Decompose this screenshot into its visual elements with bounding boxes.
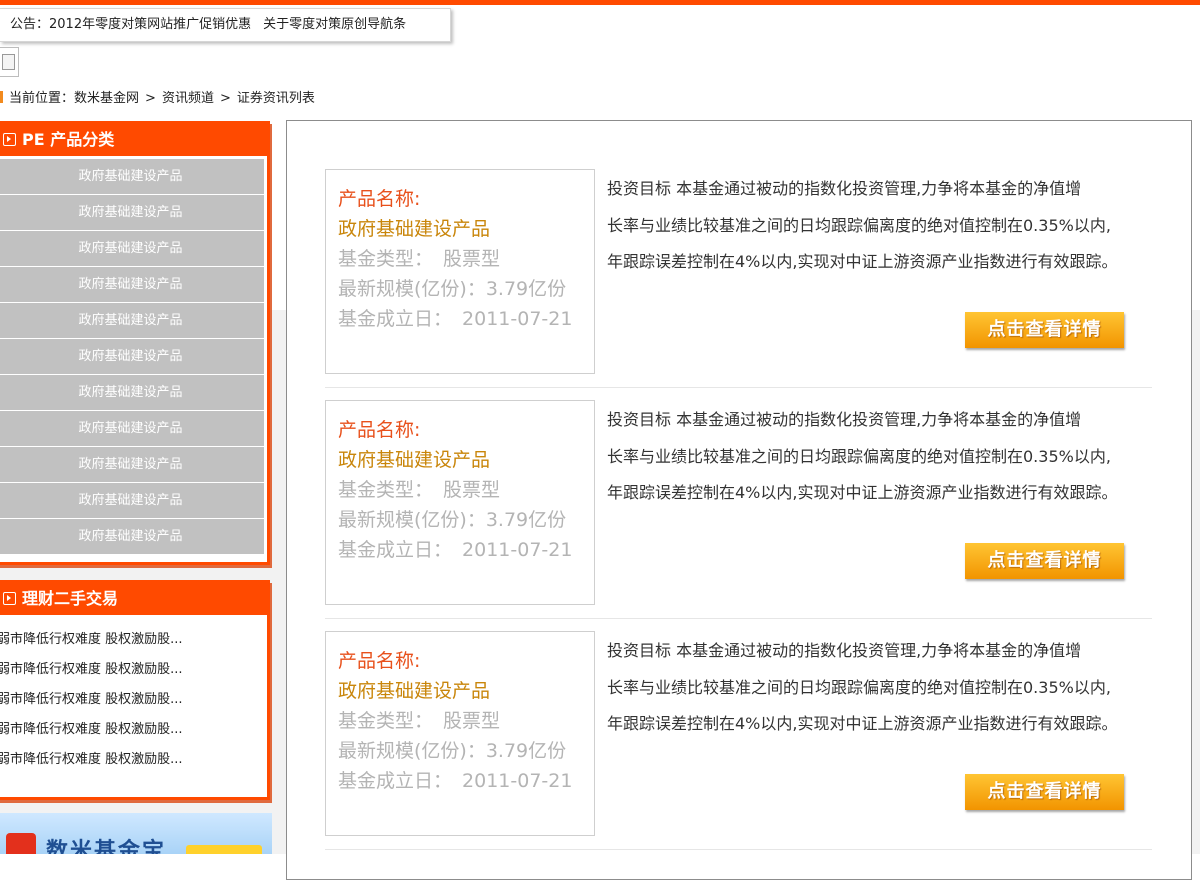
product-name[interactable]: 政府基础建设产品 xyxy=(338,676,594,706)
product-category-list: 政府基础建设产品 政府基础建设产品 政府基础建设产品 政府基础建设产品 政府基础建设产品… xyxy=(0,159,264,554)
trade-list-item[interactable]: 弱市降低行权难度 股权激励股... xyxy=(0,625,267,655)
fund-type-label: 基金类型： xyxy=(338,248,434,270)
fund-type-row: 基金类型： 股票型 xyxy=(338,475,594,505)
breadcrumb-separator: > xyxy=(219,91,231,106)
product-category-item[interactable]: 政府基础建设产品 xyxy=(0,267,264,302)
banner-text: 数米基金宝 xyxy=(46,839,167,854)
arrow-right-icon xyxy=(3,133,16,146)
product-category-item[interactable]: 政府基础建设产品 xyxy=(0,231,264,266)
product-category-panel: PE 产品分类 政府基础建设产品 政府基础建设产品 政府基础建设产品 政府基础建设产品… xyxy=(0,121,270,565)
fund-promo-banner[interactable]: 数米基金宝 xyxy=(0,813,272,854)
product-name-label: 产品名称: xyxy=(338,188,421,210)
product-description: 投资目标 本基金通过被动的指数化投资管理,力争将本基金的净值增长率与业绩比较基准… xyxy=(607,171,1147,281)
product-card: 产品名称: 政府基础建设产品 基金类型： 股票型 最新规模(亿份)：3.79亿份 基金成立… xyxy=(325,169,1152,388)
product-card: 产品名称: 政府基础建设产品 基金类型： 股票型 最新规模(亿份)：3.79亿份 基金成立… xyxy=(325,631,1152,850)
product-category-item[interactable]: 政府基础建设产品 xyxy=(0,339,264,374)
product-category-item[interactable]: 政府基础建设产品 xyxy=(0,375,264,410)
fund-type-label: 基金类型： xyxy=(338,710,434,732)
fund-date-label: 基金成立日： xyxy=(338,770,453,792)
fund-scale-row: 最新规模(亿份)：3.79亿份 xyxy=(338,274,594,304)
product-card: 产品名称: 政府基础建设产品 基金类型： 股票型 最新规模(亿份)：3.79亿份 基金成立… xyxy=(325,400,1152,619)
product-category-item[interactable]: 政府基础建设产品 xyxy=(0,159,264,194)
trade-panel-header: 理财二手交易 xyxy=(0,583,267,615)
fund-logo-icon xyxy=(6,833,36,854)
notice-bar: 公告：2012年零度对策网站推广促销优惠 关于零度对策原创导航条 xyxy=(0,8,451,42)
fund-type-value: 股票型 xyxy=(443,479,501,501)
trade-panel-title: 理财二手交易 xyxy=(22,589,119,608)
description-line: 年跟踪误差控制在4%以内,实现对中证上游资源产业指数进行有效跟踪。 xyxy=(607,714,1118,733)
view-details-button[interactable]: 点击查看详情 xyxy=(965,312,1124,348)
description-line: 投资目标 本基金通过被动的指数化投资管理,力争将本基金的净值增 xyxy=(607,179,1082,198)
notice-link-1[interactable]: 2012年零度对策网站推广促销优惠 xyxy=(49,9,251,41)
fund-scale-value: 3.79亿份 xyxy=(485,278,567,300)
fund-type-value: 股票型 xyxy=(443,710,501,732)
breadcrumb-separator: > xyxy=(145,91,156,106)
trade-list: 弱市降低行权难度 股权激励股... 弱市降低行权难度 股权激励股... 弱市降低行权… xyxy=(0,615,267,775)
product-category-title: PE 产品分类 xyxy=(22,130,115,149)
description-line: 长率与业绩比较基准之间的日均跟踪偏离度的绝对值控制在0.35%以内, xyxy=(607,677,1111,697)
product-category-item[interactable]: 政府基础建设产品 xyxy=(0,483,264,518)
fund-date-value: 2011-07-21 xyxy=(462,308,573,330)
product-info-box: 产品名称: 政府基础建设产品 基金类型： 股票型 最新规模(亿份)：3.79亿份 基金成立… xyxy=(325,631,595,836)
fund-type-label: 基金类型： xyxy=(338,479,434,501)
product-description: 投资目标 本基金通过被动的指数化投资管理,力争将本基金的净值增长率与业绩比较基准… xyxy=(607,402,1147,512)
product-category-item[interactable]: 政府基础建设产品 xyxy=(0,519,264,554)
product-name[interactable]: 政府基础建设产品 xyxy=(338,214,594,244)
breadcrumb-prefix: 当前位置： xyxy=(9,91,75,106)
product-name-label: 产品名称: xyxy=(338,419,421,441)
breadcrumb-link-home[interactable]: 数米基金网 xyxy=(74,91,139,106)
trade-list-item[interactable]: 弱市降低行权难度 股权激励股... xyxy=(0,715,267,745)
product-description: 投资目标 本基金通过被动的指数化投资管理,力争将本基金的净值增长率与业绩比较基准… xyxy=(607,633,1147,743)
breadcrumb: 当前位置：数米基金网 > 资讯频道 > 证券资讯列表 xyxy=(0,88,315,110)
fund-type-row: 基金类型： 股票型 xyxy=(338,706,594,736)
banner-button[interactable] xyxy=(186,845,262,854)
fund-date-value: 2011-07-21 xyxy=(462,770,573,792)
view-details-button[interactable]: 点击查看详情 xyxy=(965,774,1124,810)
fund-type-value: 股票型 xyxy=(443,248,501,270)
fund-scale-value: 3.79亿份 xyxy=(485,509,567,531)
fund-scale-label: 最新规模(亿份)： xyxy=(338,740,486,762)
product-name-label: 产品名称: xyxy=(338,650,421,672)
trade-panel: 理财二手交易 弱市降低行权难度 股权激励股... 弱市降低行权难度 股权激励股..… xyxy=(0,580,270,800)
notice-link-2[interactable]: 关于零度对策原创导航条 xyxy=(263,9,406,41)
fund-scale-value: 3.79亿份 xyxy=(485,740,567,762)
fund-date-row: 基金成立日： 2011-07-21 xyxy=(338,766,594,796)
product-info-box: 产品名称: 政府基础建设产品 基金类型： 股票型 最新规模(亿份)：3.79亿份 基金成立… xyxy=(325,400,595,605)
fund-date-label: 基金成立日： xyxy=(338,539,453,561)
product-info-box: 产品名称: 政府基础建设产品 基金类型： 股票型 最新规模(亿份)：3.79亿份 基金成立… xyxy=(325,169,595,374)
description-line: 投资目标 本基金通过被动的指数化投资管理,力争将本基金的净值增 xyxy=(607,410,1082,429)
fund-date-label: 基金成立日： xyxy=(338,308,453,330)
product-category-header: PE 产品分类 xyxy=(0,124,267,156)
description-line: 长率与业绩比较基准之间的日均跟踪偏离度的绝对值控制在0.35%以内, xyxy=(607,446,1111,466)
fund-scale-row: 最新规模(亿份)：3.79亿份 xyxy=(338,736,594,766)
breadcrumb-current: 证券资讯列表 xyxy=(236,91,315,106)
fund-scale-label: 最新规模(亿份)： xyxy=(338,278,486,300)
fund-date-row: 基金成立日： 2011-07-21 xyxy=(338,535,594,565)
product-category-item[interactable]: 政府基础建设产品 xyxy=(0,195,264,230)
trade-list-item[interactable]: 弱市降低行权难度 股权激励股... xyxy=(0,655,267,685)
top-accent-strip xyxy=(0,0,1200,5)
arrow-right-icon xyxy=(3,592,16,605)
product-name[interactable]: 政府基础建设产品 xyxy=(338,445,594,475)
description-line: 年跟踪误差控制在4%以内,实现对中证上游资源产业指数进行有效跟踪。 xyxy=(607,483,1118,502)
description-line: 长率与业绩比较基准之间的日均跟踪偏离度的绝对值控制在0.35%以内, xyxy=(607,215,1111,235)
product-category-item[interactable]: 政府基础建设产品 xyxy=(0,303,264,338)
trade-list-item[interactable]: 弱市降低行权难度 股权激励股... xyxy=(0,745,267,775)
breadcrumb-link-news[interactable]: 资讯频道 xyxy=(162,91,214,106)
fund-date-row: 基金成立日： 2011-07-21 xyxy=(338,304,594,334)
fund-scale-label: 最新规模(亿份)： xyxy=(338,509,486,531)
document-icon[interactable] xyxy=(0,47,19,77)
notice-label: 公告： xyxy=(10,17,50,32)
product-list-main: 产品名称: 政府基础建设产品 基金类型： 股票型 最新规模(亿份)：3.79亿份 基金成立… xyxy=(286,120,1192,880)
product-category-item[interactable]: 政府基础建设产品 xyxy=(0,411,264,446)
description-line: 年跟踪误差控制在4%以内,实现对中证上游资源产业指数进行有效跟踪。 xyxy=(607,252,1118,271)
fund-type-row: 基金类型： 股票型 xyxy=(338,244,594,274)
trade-list-item[interactable]: 弱市降低行权难度 股权激励股... xyxy=(0,685,267,715)
product-category-item[interactable]: 政府基础建设产品 xyxy=(0,447,264,482)
description-line: 投资目标 本基金通过被动的指数化投资管理,力争将本基金的净值增 xyxy=(607,641,1082,660)
fund-date-value: 2011-07-21 xyxy=(462,539,573,561)
fund-scale-row: 最新规模(亿份)：3.79亿份 xyxy=(338,505,594,535)
view-details-button[interactable]: 点击查看详情 xyxy=(965,543,1124,579)
breadcrumb-marker-icon xyxy=(0,91,3,103)
